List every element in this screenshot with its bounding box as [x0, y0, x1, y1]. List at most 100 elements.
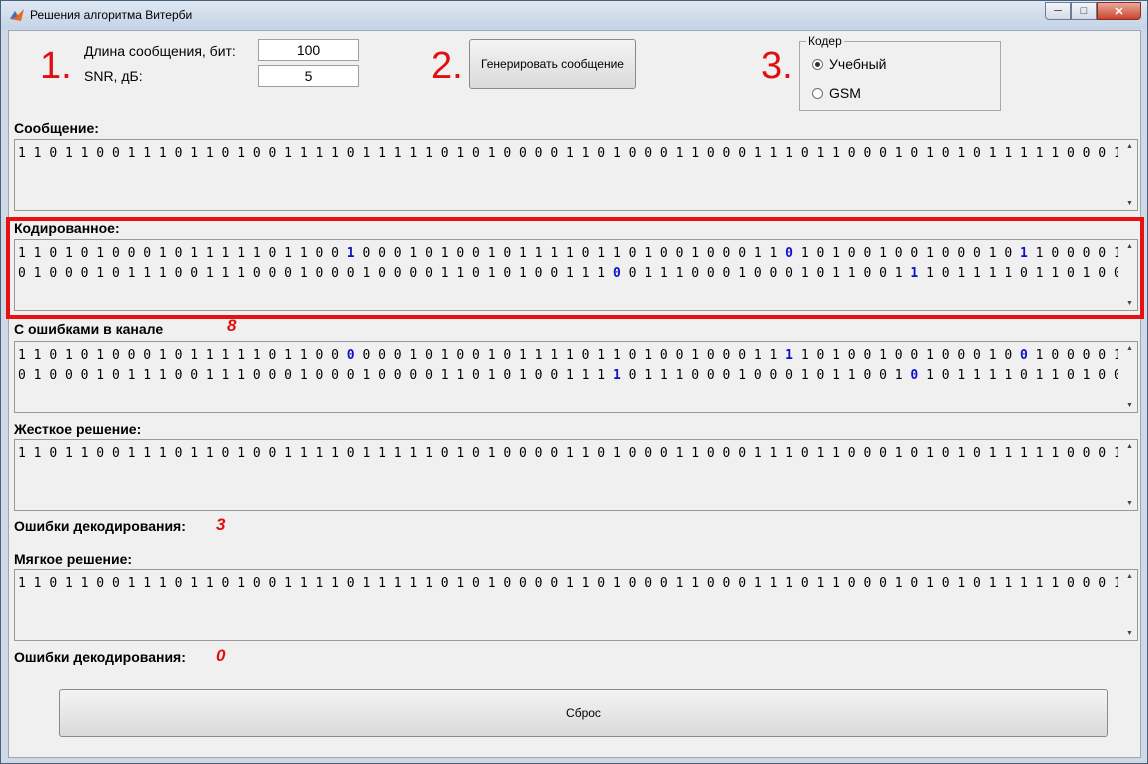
- bit: 1: [926, 446, 942, 461]
- window-title: Решения алгоритма Витерби: [30, 8, 193, 22]
- bit: 0: [252, 368, 269, 383]
- bit: 0: [1082, 348, 1099, 363]
- bit: 1: [612, 246, 629, 261]
- bit: 1: [64, 576, 81, 591]
- bit: 0: [111, 266, 128, 281]
- scroll-down-icon[interactable]: ▼: [1126, 200, 1133, 207]
- bit: 0: [800, 576, 817, 591]
- scroll-up-icon[interactable]: ▲: [1126, 443, 1133, 450]
- bit: 1: [926, 576, 942, 591]
- bit: 0: [722, 348, 739, 363]
- bit: 1: [675, 266, 692, 281]
- scroll-down-icon[interactable]: ▼: [1126, 500, 1133, 507]
- bit: 1: [440, 246, 457, 261]
- snr-input[interactable]: 5: [258, 65, 359, 87]
- bit: 1: [926, 246, 942, 261]
- soft-listbox[interactable]: 1 1 0 1 1 0 0 1 1 1 0 1 1 0 1 0 0 1 1 1 …: [14, 569, 1138, 641]
- bit: 0: [550, 146, 566, 161]
- bit: 0: [1004, 348, 1020, 363]
- encoded-listbox[interactable]: 1 1 0 1 0 1 0 0 0 1 0 1 1 1 1 1 0 1 1 0 …: [14, 239, 1138, 311]
- bit: 1: [785, 146, 801, 161]
- bit: 0: [597, 446, 613, 461]
- radio-educational[interactable]: Учебный: [812, 56, 886, 72]
- hard-listbox[interactable]: 1 1 0 1 1 0 0 1 1 1 0 1 1 0 1 0 0 1 1 1 …: [14, 439, 1138, 511]
- bit: 1: [1035, 246, 1052, 261]
- bit: 0: [393, 266, 410, 281]
- bit: 0: [425, 348, 441, 363]
- scroll-up-icon[interactable]: ▲: [1126, 345, 1133, 352]
- bit: 1: [158, 348, 175, 363]
- hard-errors-value: 3: [216, 515, 226, 534]
- bit: 0: [863, 266, 880, 281]
- bit: 1: [816, 446, 833, 461]
- bit: 1: [487, 368, 504, 383]
- bit: 0: [472, 146, 488, 161]
- bit: 0: [534, 576, 551, 591]
- bit: 0: [472, 266, 488, 281]
- bit: 1: [550, 246, 566, 261]
- soft-scrollbar[interactable]: ▲ ▼: [1122, 571, 1136, 639]
- encoded-scrollbar[interactable]: ▲ ▼: [1122, 241, 1136, 309]
- generate-message-button[interactable]: Генерировать сообщение: [469, 39, 636, 89]
- bit: 0: [628, 146, 645, 161]
- message-listbox[interactable]: 1 1 0 1 1 0 0 1 1 1 0 1 1 0 1 0 0 1 1 1 …: [14, 139, 1138, 211]
- scroll-up-icon[interactable]: ▲: [1126, 573, 1133, 580]
- channel-scrollbar[interactable]: ▲ ▼: [1122, 343, 1136, 411]
- bit: 1: [581, 368, 598, 383]
- maximize-button[interactable]: □: [1071, 2, 1097, 20]
- close-button[interactable]: ✕: [1097, 2, 1141, 20]
- bit: 0: [910, 348, 927, 363]
- bit: 0: [96, 576, 112, 591]
- bit: 0: [550, 368, 566, 383]
- minimize-button[interactable]: ─: [1045, 2, 1071, 20]
- bit: 1: [456, 146, 473, 161]
- bit: 1: [80, 576, 97, 591]
- bit: 0: [644, 146, 660, 161]
- bit: 1: [1004, 576, 1020, 591]
- bit: 0: [863, 576, 880, 591]
- bit: 1: [1004, 446, 1020, 461]
- bit: 1: [832, 576, 848, 591]
- encoded-title: Кодированное:: [14, 220, 120, 236]
- message-scrollbar[interactable]: ▲ ▼: [1122, 141, 1136, 209]
- bit: 1: [691, 146, 707, 161]
- bit: 1: [1113, 446, 1118, 461]
- bit: 0: [1082, 446, 1099, 461]
- bit: 1: [456, 368, 473, 383]
- scroll-down-icon[interactable]: ▼: [1126, 630, 1133, 637]
- hard-scrollbar[interactable]: ▲ ▼: [1122, 441, 1136, 509]
- length-input[interactable]: 100: [258, 39, 359, 61]
- scroll-down-icon[interactable]: ▼: [1126, 300, 1133, 307]
- bit: 0: [64, 266, 81, 281]
- radio-gsm[interactable]: GSM: [812, 85, 861, 101]
- bit: 0: [331, 246, 347, 261]
- bit: 1: [299, 146, 316, 161]
- scroll-up-icon[interactable]: ▲: [1126, 243, 1133, 250]
- bit: 1: [440, 348, 457, 363]
- bit: 0: [534, 146, 551, 161]
- scroll-up-icon[interactable]: ▲: [1126, 143, 1133, 150]
- step-3-label: 3.: [761, 45, 793, 87]
- scroll-down-icon[interactable]: ▼: [1126, 402, 1133, 409]
- bit: 1: [205, 576, 222, 591]
- bit: 1: [143, 146, 159, 161]
- bit: 1: [237, 576, 253, 591]
- bit: 1: [1082, 368, 1099, 383]
- bit: 0: [80, 368, 97, 383]
- bit-line: 1 1 0 1 0 1 0 0 0 1 0 1 1 1 1 1 0 1 1 0 …: [18, 346, 1118, 366]
- bit: 0: [706, 266, 723, 281]
- channel-error-count: 8: [227, 316, 237, 335]
- bit: 0: [174, 266, 191, 281]
- bit: 1: [18, 576, 34, 591]
- reset-button[interactable]: Сброс: [59, 689, 1108, 737]
- bit: 1: [753, 348, 770, 363]
- client-area: 1. Длина сообщения, бит: 100 SNR, дБ: 5 …: [6, 30, 1144, 758]
- bit: 1: [158, 246, 175, 261]
- bit: 0: [472, 576, 488, 591]
- channel-listbox[interactable]: 1 1 0 1 0 1 0 0 0 1 0 1 1 1 1 1 0 1 1 0 …: [14, 341, 1138, 413]
- bit: 1: [894, 576, 911, 591]
- bit: 1: [143, 368, 159, 383]
- bit: 0: [910, 576, 927, 591]
- bit: 0: [769, 368, 786, 383]
- bit: 1: [205, 348, 222, 363]
